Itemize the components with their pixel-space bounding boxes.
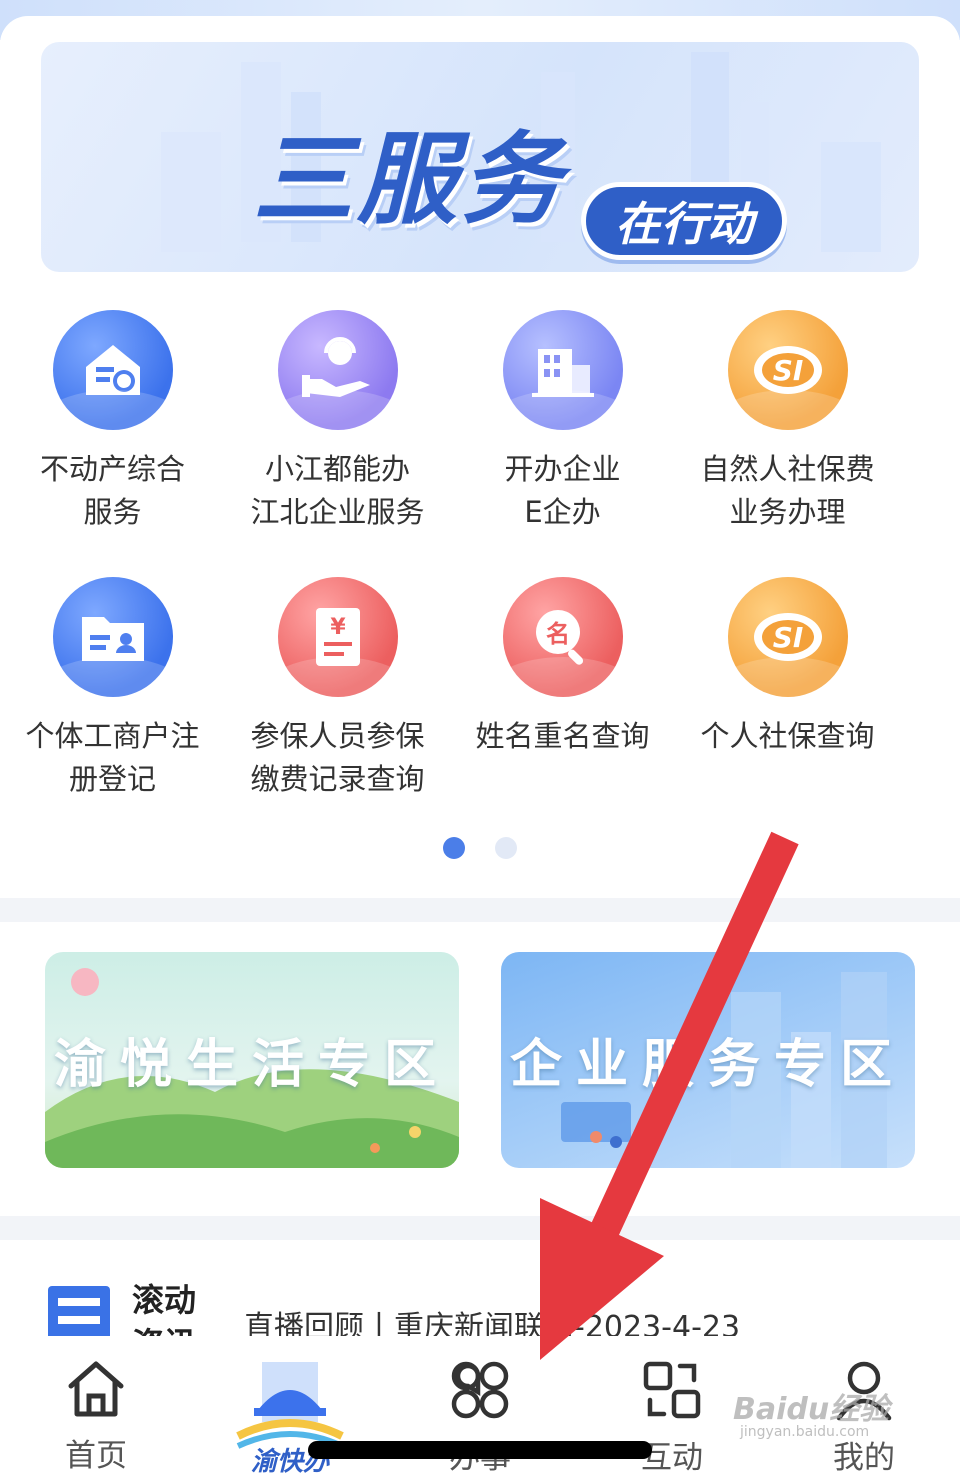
service-individual-business-registration[interactable]: 个体工商户注 册登记 — [0, 577, 225, 801]
tab-home-label: 首页 — [65, 1438, 127, 1474]
service-label: 不动产综合 服务 — [39, 452, 185, 529]
svg-text:SI: SI — [772, 621, 803, 654]
social-security-logo-icon: SI — [727, 310, 848, 430]
service-jiangbei-enterprise[interactable]: 小江都能办 江北企业服务 — [225, 310, 450, 534]
yuan-receipt-icon: ¥ — [277, 577, 398, 697]
page-dot-2[interactable] — [495, 837, 517, 859]
id-card-folder-icon — [52, 577, 173, 697]
svg-text:SI: SI — [772, 354, 803, 387]
news-headline[interactable]: 直播回顾丨重庆新闻联播-2023-4-23 — [244, 1302, 740, 1340]
service-label: 参保人员参保 缴费记录查询 — [250, 719, 425, 796]
zone-life-card[interactable]: 渝悦生活专区 — [45, 952, 459, 1168]
tab-services[interactable]: 办事 — [384, 1336, 576, 1483]
service-label: 开办企业 E企办 — [504, 452, 621, 529]
home-icon — [68, 1361, 124, 1417]
section-divider — [0, 898, 960, 922]
service-label: 自然人社保费 业务办理 — [700, 452, 875, 529]
page-indicator[interactable] — [443, 837, 517, 859]
service-personal-social-insurance-fee[interactable]: SI 自然人社保费 业务办理 — [675, 310, 900, 534]
house-document-icon — [52, 310, 173, 430]
svg-text:¥: ¥ — [330, 615, 346, 640]
zone-business-card[interactable]: 企业服务专区 — [501, 952, 915, 1168]
service-label: 个人社保查询 — [700, 719, 875, 753]
zone-business-title: 企业服务专区 — [509, 1034, 906, 1095]
service-hand-icon — [277, 310, 398, 430]
name-search-icon: 名 — [502, 577, 623, 697]
interaction-swap-icon — [643, 1361, 701, 1419]
service-label: 小江都能办 江北企业服务 — [250, 452, 425, 529]
svg-text:名: 名 — [546, 620, 570, 648]
service-insurance-payment-record[interactable]: ¥ 参保人员参保 缴费记录查询 — [225, 577, 450, 801]
banner-three-services[interactable]: 三服务 在行动 — [41, 42, 919, 272]
banner-title: 三服务 — [253, 121, 565, 238]
social-security-logo-icon: SI — [727, 577, 848, 697]
tab-home[interactable]: 首页 — [0, 1336, 192, 1483]
baidu-watermark: Baidu经验 — [733, 1392, 890, 1427]
banner-pill: 在行动 — [581, 182, 787, 260]
news-ticker[interactable]: 滚动资讯 直播回顾丨重庆新闻联播-2023-4-23 — [0, 1240, 960, 1340]
news-tag: 滚动资讯 — [132, 1281, 197, 1340]
section-divider — [0, 1216, 960, 1240]
home-indicator[interactable] — [308, 1441, 652, 1459]
service-name-duplicate-search[interactable]: 名 姓名重名查询 — [450, 577, 675, 758]
service-label: 个体工商户注 册登记 — [25, 719, 200, 796]
service-real-estate[interactable]: 不动产综合 服务 — [0, 310, 225, 534]
zone-life-title: 渝悦生活专区 — [53, 1034, 450, 1095]
page-dot-1[interactable] — [443, 837, 465, 859]
news-logo-icon — [48, 1286, 110, 1340]
service-start-business[interactable]: 开办企业 E企办 — [450, 310, 675, 534]
baidu-watermark-url: jingyan.baidu.com — [740, 1424, 870, 1440]
service-label: 姓名重名查询 — [475, 719, 650, 753]
service-personal-social-insurance-query[interactable]: SI 个人社保查询 — [675, 577, 900, 758]
four-petal-grid-icon — [451, 1361, 509, 1419]
building-icon — [502, 310, 623, 430]
